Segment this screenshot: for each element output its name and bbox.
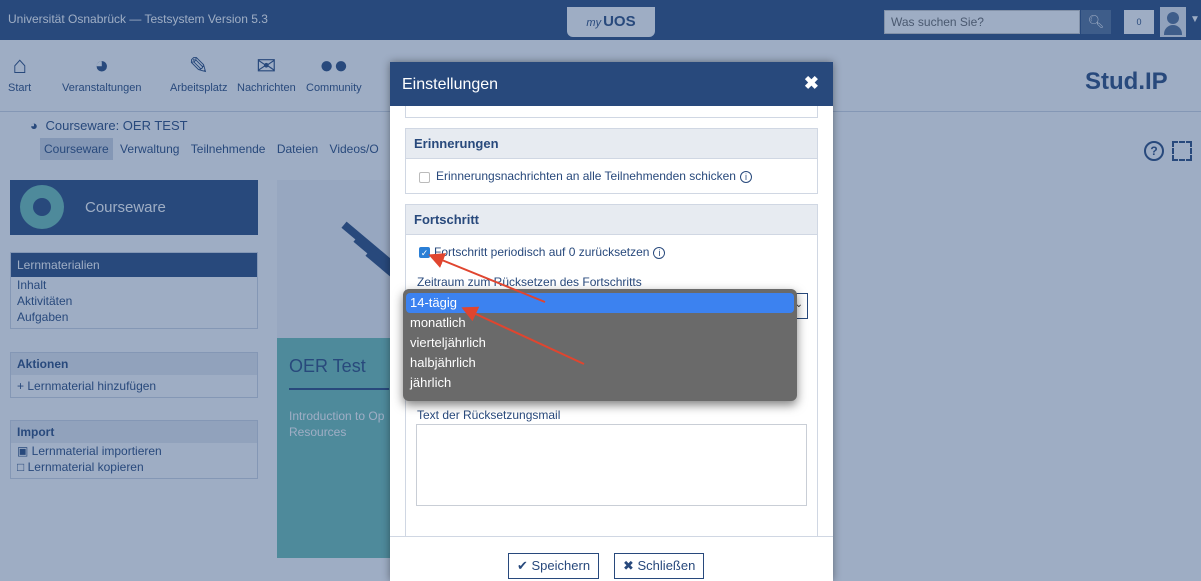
period-dropdown-list[interactable]: 14-tägig monatlich vierteljährlich halbj… — [403, 289, 797, 401]
previous-section — [405, 106, 818, 118]
close-icon[interactable]: ✖ — [804, 73, 819, 94]
progress-reset-label-text: Fortschritt periodisch auf 0 zurücksetze… — [434, 245, 650, 259]
check-icon: ✔ — [517, 558, 532, 573]
dialog-title: Einstellungen — [402, 76, 499, 93]
info-icon[interactable]: i — [653, 247, 666, 259]
close-icon: ✖ — [623, 558, 638, 573]
dialog-footer: ✔ Speichern ✖ Schließen — [390, 536, 833, 581]
save-label: Speichern — [531, 558, 591, 573]
reminder-legend: Erinnerungen — [406, 129, 817, 159]
progress-legend: Fortschritt — [406, 205, 817, 235]
save-button[interactable]: ✔ Speichern — [508, 553, 600, 579]
reminder-label-text: Erinnerungsnachrichten an alle Teilnehme… — [436, 169, 736, 183]
dialog-titlebar: Einstellungen ✖ — [390, 62, 833, 106]
close-label: Schließen — [637, 558, 696, 573]
info-icon[interactable]: i — [739, 171, 752, 183]
reminder-checkbox[interactable] — [419, 172, 430, 183]
dropdown-option[interactable]: halbjährlich — [406, 353, 794, 373]
period-label: Zeitraum zum Rücksetzen des Fortschritts — [417, 275, 642, 289]
reminder-fieldset: Erinnerungen Erinnerungsnachrichten an a… — [405, 128, 818, 194]
dropdown-option[interactable]: jährlich — [406, 373, 794, 393]
dropdown-option[interactable]: vierteljährlich — [406, 333, 794, 353]
dropdown-option[interactable]: monatlich — [406, 313, 794, 333]
reset-mail-label: Text der Rücksetzungsmail — [417, 408, 561, 422]
progress-reset-label: Fortschritt periodisch auf 0 zurücksetze… — [434, 245, 666, 259]
progress-reset-checkbox[interactable]: ✓ — [419, 247, 430, 258]
reminder-label: Erinnerungsnachrichten an alle Teilnehme… — [436, 169, 752, 183]
close-button[interactable]: ✖ Schließen — [614, 553, 705, 579]
reset-mail-textarea[interactable] — [416, 424, 807, 506]
dropdown-option[interactable]: 14-tägig — [406, 293, 794, 313]
